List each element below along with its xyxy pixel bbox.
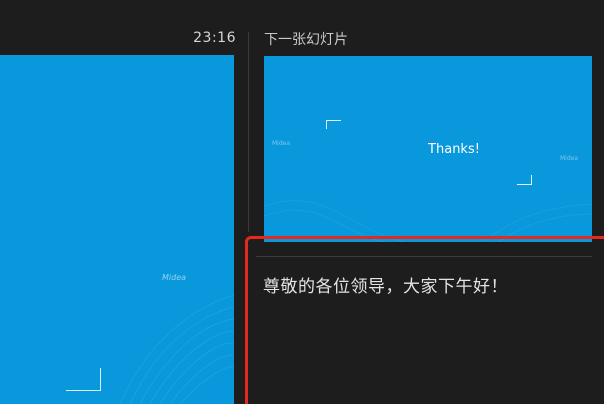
elapsed-timer: 23:16 (193, 30, 236, 46)
next-slide-title: Thanks! (428, 142, 480, 157)
slide-curve-decoration (119, 294, 234, 404)
next-slide-preview[interactable]: Midea Midea Thanks! (264, 56, 592, 242)
corner-bracket-icon (517, 175, 532, 185)
presenter-view: 23:16 Midea 下一张幻灯片 Midea Midea Thanks! 尊… (0, 0, 604, 404)
current-slide-preview[interactable]: Midea (0, 55, 234, 404)
speaker-notes[interactable]: 尊敬的各位领导，大家下午好！ (263, 272, 508, 297)
slide-logo: Midea (162, 273, 187, 282)
vertical-divider (248, 32, 249, 232)
next-slide-label: 下一张幻灯片 (264, 32, 348, 48)
corner-bracket-icon (326, 120, 341, 129)
notes-highlight-frame (245, 236, 604, 404)
corner-bracket-icon (66, 368, 101, 391)
